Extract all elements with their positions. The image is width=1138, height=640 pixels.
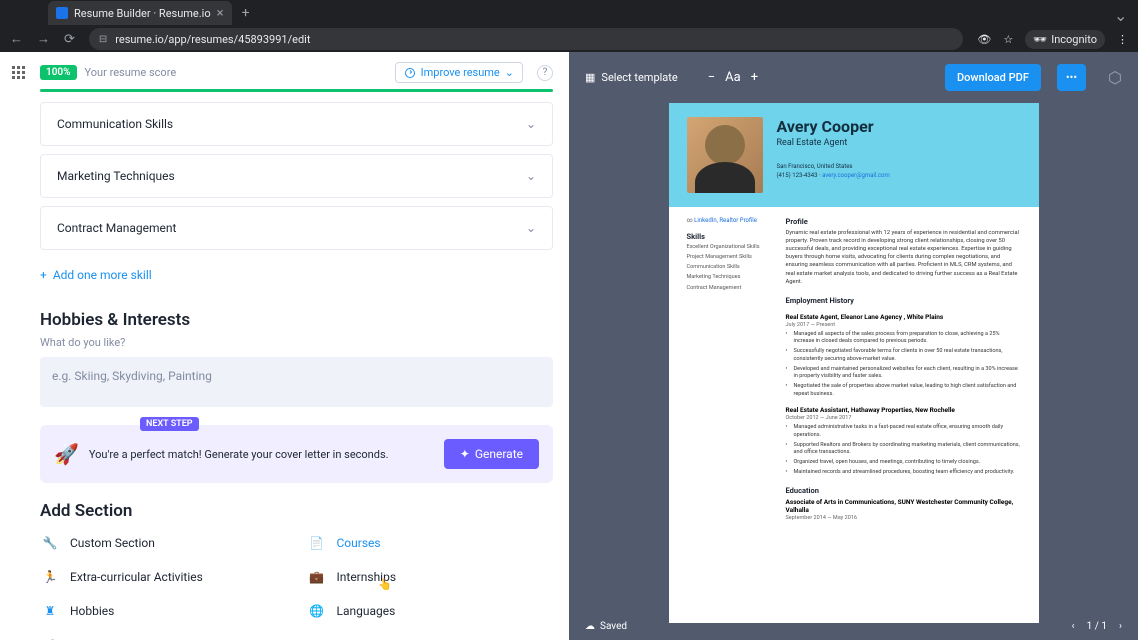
- resume-email: avery.cooper@gmail.com: [822, 172, 890, 179]
- help-icon[interactable]: ?: [537, 65, 553, 81]
- menu-icon[interactable]: ⋮: [1117, 33, 1128, 46]
- resume-phone: (415) 123-4343: [777, 172, 818, 179]
- close-tab-icon[interactable]: ×: [217, 6, 224, 21]
- chevron-down-icon: ⌄: [505, 66, 514, 79]
- more-options-button[interactable]: •••: [1057, 64, 1086, 91]
- page-indicator: 1 / 1: [1087, 621, 1107, 632]
- incognito-icon: 🕶: [1033, 33, 1047, 46]
- language-icon: 🌐: [307, 601, 327, 621]
- plus-icon: +: [40, 268, 47, 282]
- score-badge: 100%: [40, 65, 77, 80]
- add-courses[interactable]: 📄Courses: [307, 533, 554, 553]
- download-pdf-button[interactable]: Download PDF: [945, 64, 1041, 91]
- chevron-down-icon[interactable]: ⌄: [526, 117, 536, 131]
- next-step-card: NEXT STEP 🚀 You're a perfect match! Gene…: [40, 425, 553, 483]
- courses-icon: 📄: [307, 533, 327, 553]
- hexagon-icon[interactable]: ⬡: [1108, 68, 1122, 87]
- new-tab-button[interactable]: +: [242, 5, 250, 21]
- hobbies-title: Hobbies & Interests: [40, 310, 553, 330]
- custom-icon: 🔧: [40, 533, 60, 553]
- zoom-out-button[interactable]: −: [708, 70, 715, 85]
- back-icon[interactable]: ←: [10, 31, 23, 47]
- next-page-button[interactable]: ›: [1119, 621, 1122, 632]
- next-step-text: You're a perfect match! Generate your co…: [89, 448, 434, 461]
- apps-grid-icon[interactable]: [12, 66, 25, 79]
- add-references[interactable]: 📣References: [40, 635, 287, 640]
- cursor-icon: 👆: [378, 578, 392, 591]
- url-bar[interactable]: ⊟ resume.io/app/resumes/45893991/edit: [89, 28, 963, 50]
- cloud-icon: ☁: [585, 621, 595, 632]
- add-custom-section[interactable]: 🔧Custom Section: [40, 533, 287, 553]
- star-icon[interactable]: ☆: [1003, 33, 1013, 46]
- resume-name: Avery Cooper: [777, 117, 890, 136]
- chevron-down-icon[interactable]: ⌄: [526, 169, 536, 183]
- skill-item[interactable]: Marketing Techniques⌄: [40, 154, 553, 198]
- chess-icon: ♜: [40, 601, 60, 621]
- resume-job-title: Real Estate Agent: [777, 138, 890, 148]
- add-extra-activities[interactable]: 🏃Extra-curricular Activities: [40, 567, 287, 587]
- site-info-icon[interactable]: ⊟: [99, 34, 107, 45]
- chevron-down-icon[interactable]: ⌄: [526, 221, 536, 235]
- hobbies-sub: What do you like?: [40, 336, 553, 349]
- megaphone-icon: 📣: [40, 635, 60, 640]
- eye-off-icon[interactable]: 👁: [977, 33, 991, 46]
- sparkle-icon: ✦: [460, 447, 470, 461]
- add-skill-link[interactable]: +Add one more skill: [40, 258, 553, 298]
- next-step-badge: NEXT STEP: [140, 417, 199, 431]
- url-text: resume.io/app/resumes/45893991/edit: [115, 33, 310, 46]
- progress-bar: [40, 89, 553, 92]
- profile-text: Dynamic real estate professional with 12…: [786, 229, 1021, 286]
- chevron-down-icon[interactable]: ⌄: [1114, 6, 1128, 20]
- add-languages[interactable]: 🌐Languages: [307, 601, 554, 621]
- tab-title: Resume Builder · Resume.io: [74, 7, 211, 20]
- briefcase-icon: 💼: [307, 567, 327, 587]
- zoom-in-button[interactable]: +: [751, 70, 758, 85]
- resume-location: San Francisco, United States: [777, 162, 890, 171]
- add-internships[interactable]: 💼Internships: [307, 567, 554, 587]
- resume-links: LinkedIn, Realtor Profile: [694, 217, 757, 224]
- select-template-button[interactable]: ▦ Select template: [585, 71, 678, 84]
- avatar: [687, 117, 763, 193]
- resume-preview: Avery Cooper Real Estate Agent San Franc…: [669, 103, 1039, 623]
- prev-page-button[interactable]: ‹: [1072, 621, 1075, 632]
- generate-button[interactable]: ✦Generate: [444, 439, 539, 469]
- add-section-title: Add Section: [40, 501, 553, 521]
- score-label: Your resume score: [85, 66, 177, 79]
- grid-icon: ▦: [585, 71, 595, 84]
- add-hobbies[interactable]: ♜Hobbies: [40, 601, 287, 621]
- skill-item[interactable]: Contract Management⌄: [40, 206, 553, 250]
- rocket-icon: 🚀: [54, 442, 79, 466]
- improve-resume-button[interactable]: Improve resume ⌄: [395, 62, 523, 83]
- forward-icon[interactable]: →: [37, 31, 50, 47]
- text-size-icon: Aa: [725, 70, 741, 85]
- refresh-icon: [404, 67, 416, 79]
- skill-item[interactable]: Communication Skills⌄: [40, 102, 553, 146]
- saved-status: ☁Saved: [585, 621, 627, 632]
- incognito-badge[interactable]: 🕶 Incognito: [1025, 30, 1105, 49]
- reload-icon[interactable]: ⟳: [64, 32, 75, 47]
- activities-icon: 🏃: [40, 567, 60, 587]
- browser-tab[interactable]: Resume Builder · Resume.io ×: [48, 1, 232, 25]
- hobbies-input[interactable]: e.g. Skiing, Skydiving, Painting: [40, 357, 553, 407]
- favicon: [56, 7, 68, 19]
